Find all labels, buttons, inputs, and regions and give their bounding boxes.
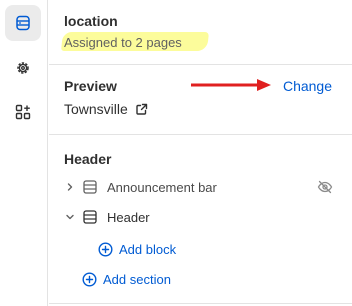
header-group: Header Announcement bar Header Add block…: [49, 135, 352, 304]
external-link-icon: [136, 103, 148, 115]
add-block-button[interactable]: Add block: [98, 242, 176, 257]
change-preview-link[interactable]: Change: [283, 78, 332, 94]
arrow-annotation: [191, 79, 271, 91]
preview-label: Preview: [64, 78, 117, 94]
template-assignment: Assigned to 2 pages: [64, 35, 182, 50]
sidebar-rail: [0, 0, 48, 306]
section-layout-icon: [83, 180, 99, 194]
add-block-label: Add block: [119, 242, 177, 257]
header-group-label: Header: [64, 151, 112, 167]
preview-store[interactable]: Townsville: [64, 101, 148, 117]
section-header[interactable]: Header: [63, 205, 340, 229]
sidebar-settings-button[interactable]: [5, 50, 41, 86]
chevron-down-icon[interactable]: [63, 212, 77, 222]
template-info: location Assigned to 2 pages: [49, 0, 352, 65]
section-announcement-bar[interactable]: Announcement bar: [63, 175, 340, 199]
sidebar-sections-button[interactable]: [5, 5, 41, 41]
eye-off-icon[interactable]: [317, 179, 333, 198]
store-name: Townsville: [64, 101, 128, 117]
template-title: location: [64, 13, 118, 29]
plus-circle-icon: [82, 272, 97, 287]
plus-circle-icon: [98, 242, 113, 257]
gear-icon: [17, 62, 29, 74]
preview-section: Preview Change Townsville: [49, 65, 352, 135]
sidebar-apps-button[interactable]: [5, 94, 41, 130]
section-layout-icon: [83, 210, 99, 224]
add-section-label: Add section: [103, 272, 171, 287]
chevron-right-icon[interactable]: [63, 182, 77, 192]
sections-icon: [16, 15, 30, 31]
sections-panel: location Assigned to 2 pages Preview Cha…: [49, 0, 352, 306]
section-label: Header: [107, 209, 150, 225]
apps-add-icon: [15, 104, 31, 120]
section-label: Announcement bar: [107, 179, 217, 195]
add-section-button[interactable]: Add section: [82, 272, 171, 287]
